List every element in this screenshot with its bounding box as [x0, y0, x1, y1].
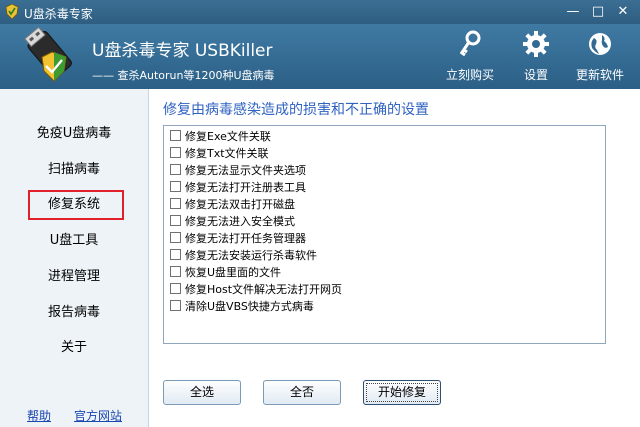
key-icon	[459, 30, 481, 57]
checkbox[interactable]	[170, 249, 181, 260]
close-button[interactable]: ✕	[612, 2, 634, 21]
repair-options-list: 修复Exe文件关联 修复Txt文件关联 修复无法显示文件夹选项 修复无法打开注册…	[163, 125, 606, 344]
section-title: 修复由病毒感染造成的损害和不正确的设置	[163, 102, 429, 118]
repair-system-panel: 修复由病毒感染造成的损害和不正确的设置 修复Exe文件关联 修复Txt文件关联 …	[149, 89, 640, 427]
window-title: U盘杀毒专家	[24, 7, 93, 21]
sidebar-item-immunize[interactable]: 免疫U盘病毒	[0, 119, 148, 149]
checkbox[interactable]	[170, 283, 181, 294]
repair-option[interactable]: 修复Host文件解决无法打开网页	[170, 282, 342, 298]
sidebar-item-about[interactable]: 关于	[0, 333, 148, 363]
sidebar-item-usb-tools[interactable]: U盘工具	[0, 226, 148, 256]
shield-icon	[5, 4, 19, 19]
title-bar[interactable]: U盘杀毒专家 — □ ✕	[0, 0, 640, 24]
checkbox[interactable]	[170, 198, 181, 209]
buy-now-button[interactable]: 立刻购买	[440, 28, 500, 84]
checkbox[interactable]	[170, 215, 181, 226]
usb-shield-logo-icon	[24, 26, 72, 82]
checkbox[interactable]	[170, 164, 181, 175]
app-window: U盘杀毒专家 — □ ✕ U盘杀毒专家 USBKiller —— 查杀Autor…	[0, 0, 640, 427]
maximize-button[interactable]: □	[587, 2, 609, 21]
gear-icon	[523, 31, 549, 57]
sidebar-item-scan[interactable]: 扫描病毒	[0, 155, 148, 185]
repair-option[interactable]: 修复无法显示文件夹选项	[170, 163, 306, 179]
settings-button[interactable]: 设置	[506, 28, 566, 84]
update-software-label: 更新软件	[575, 68, 624, 82]
sidebar-item-report-virus[interactable]: 报告病毒	[0, 298, 148, 328]
focus-ring	[366, 383, 438, 402]
settings-label: 设置	[523, 68, 548, 82]
update-software-button[interactable]: 更新软件	[570, 28, 630, 84]
checkbox[interactable]	[170, 130, 181, 141]
repair-option-label: 修复无法双击打开磁盘	[185, 198, 295, 211]
repair-option-label: 恢复U盘里面的文件	[185, 266, 282, 279]
repair-option[interactable]: 修复无法安装运行杀毒软件	[170, 248, 317, 264]
repair-option-label: 修复无法进入安全模式	[185, 215, 295, 228]
repair-option[interactable]: 修复无法双击打开磁盘	[170, 197, 295, 213]
minimize-button[interactable]: —	[562, 2, 584, 21]
repair-option-label: 修复无法显示文件夹选项	[185, 164, 306, 177]
repair-option-label: 修复无法打开注册表工具	[185, 181, 306, 194]
repair-option-label: 修复Txt文件关联	[185, 147, 269, 160]
globe-icon	[589, 33, 611, 55]
repair-option[interactable]: 修复无法进入安全模式	[170, 214, 295, 230]
repair-option[interactable]: 修复Txt文件关联	[170, 146, 269, 162]
repair-option[interactable]: 修复无法打开注册表工具	[170, 180, 306, 196]
repair-option[interactable]: 清除U盘VBS快捷方式病毒	[170, 299, 314, 315]
checkbox[interactable]	[170, 147, 181, 158]
buy-now-label: 立刻购买	[445, 68, 494, 82]
repair-option-label: 修复Exe文件关联	[185, 130, 271, 143]
app-name: U盘杀毒专家 USBKiller	[92, 41, 273, 61]
start-repair-button[interactable]: 开始修复	[363, 380, 441, 405]
app-slogan: —— 查杀Autorun等1200种U盘病毒	[92, 69, 275, 82]
sidebar-item-process-manager[interactable]: 进程管理	[0, 262, 148, 292]
official-website-link[interactable]: 官方网站	[74, 407, 122, 424]
repair-option[interactable]: 恢复U盘里面的文件	[170, 265, 281, 281]
select-all-button[interactable]: 全选	[163, 380, 241, 405]
checkbox[interactable]	[170, 232, 181, 243]
select-none-button[interactable]: 全否	[263, 380, 341, 405]
checkbox[interactable]	[170, 181, 181, 192]
repair-option-label: 清除U盘VBS快捷方式病毒	[185, 300, 314, 313]
repair-option-label: 修复无法安装运行杀毒软件	[185, 249, 317, 262]
repair-option-label: 修复无法打开任务管理器	[185, 232, 306, 245]
repair-option[interactable]: 修复无法打开任务管理器	[170, 231, 306, 247]
help-link[interactable]: 帮助	[27, 407, 51, 424]
sidebar: 免疫U盘病毒 扫描病毒 修复系统 U盘工具 进程管理 报告病毒 关于 帮助 官方…	[0, 89, 149, 427]
selected-item-highlight	[28, 190, 124, 220]
app-header: U盘杀毒专家 USBKiller —— 查杀Autorun等1200种U盘病毒 …	[0, 24, 640, 89]
checkbox[interactable]	[170, 300, 181, 311]
repair-option[interactable]: 修复Exe文件关联	[170, 129, 271, 145]
checkbox[interactable]	[170, 266, 181, 277]
repair-option-label: 修复Host文件解决无法打开网页	[185, 283, 343, 296]
